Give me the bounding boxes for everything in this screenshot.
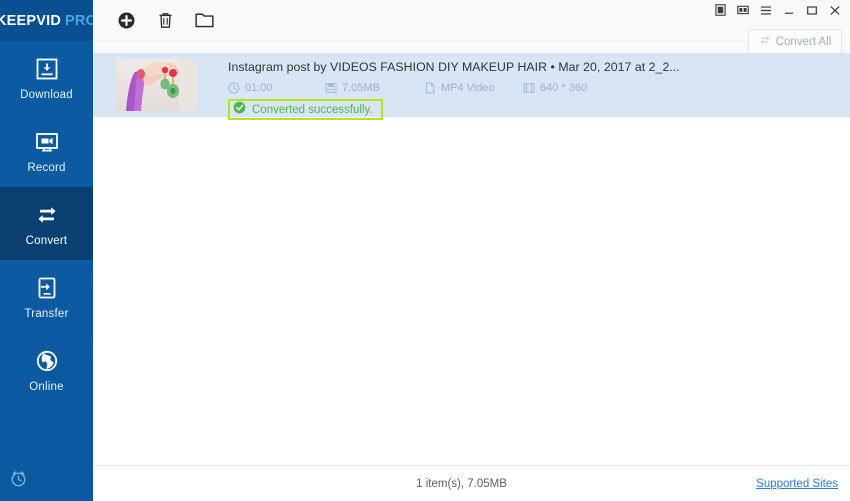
success-check-icon xyxy=(233,101,246,119)
resolution-icon xyxy=(523,82,535,94)
maximize-icon[interactable] xyxy=(805,3,819,17)
video-meta: 01:00 7.05MB MP4 Video 640 * 360 xyxy=(228,82,850,94)
meta-resolution: 640 * 360 xyxy=(523,82,633,94)
disk-icon xyxy=(325,82,337,94)
window-controls xyxy=(713,3,842,17)
meta-format: MP4 Video xyxy=(424,82,523,94)
video-title: Instagram post by VIDEOS FASHION DIY MAK… xyxy=(228,60,680,74)
feedback-icon[interactable] xyxy=(736,3,750,17)
sidebar-item-online-label: Online xyxy=(29,381,64,393)
meta-size: 7.05MB xyxy=(325,82,424,94)
convert-arrows-icon xyxy=(759,33,771,51)
convert-all-label: Convert All xyxy=(775,35,832,48)
app-logo: KEEPVID PRO xyxy=(0,0,97,41)
sidebar-item-transfer[interactable]: Transfer xyxy=(0,260,93,333)
convert-all-bar: Convert All xyxy=(93,29,850,54)
menu-icon[interactable] xyxy=(759,3,773,17)
alarm-clock-icon[interactable] xyxy=(9,469,28,493)
sidebar-item-record[interactable]: Record xyxy=(0,114,93,187)
toolbar-buttons xyxy=(93,10,215,32)
sidebar-footer xyxy=(0,461,93,501)
status-badge: Converted successfully. xyxy=(228,99,383,120)
sidebar-item-online[interactable]: Online xyxy=(0,333,93,406)
logo-main-text: KEEPVID xyxy=(0,12,62,29)
duration-value: 01:00 xyxy=(245,82,273,94)
delete-button[interactable] xyxy=(154,10,176,32)
app-window: KEEPVID PRO Download Record Convert Tran… xyxy=(0,0,850,501)
size-value: 7.05MB xyxy=(342,82,380,94)
video-thumbnail xyxy=(116,59,197,111)
transfer-device-icon xyxy=(34,273,60,303)
resolution-value: 640 * 360 xyxy=(540,82,588,94)
meta-duration: 01:00 xyxy=(228,82,325,94)
sidebar: KEEPVID PRO Download Record Convert Tran… xyxy=(0,0,97,501)
sidebar-item-record-label: Record xyxy=(27,162,66,174)
sidebar-item-download[interactable]: Download xyxy=(0,41,93,114)
toolbar xyxy=(93,0,850,42)
sidebar-nav: Download Record Convert Transfer Online xyxy=(0,41,93,461)
main-panel: Convert All Instagram post by VIDEOS FAS… xyxy=(93,0,850,501)
convert-all-button[interactable]: Convert All xyxy=(748,29,842,54)
conversion-list: Instagram post by VIDEOS FASHION DIY MAK… xyxy=(93,53,850,465)
file-icon xyxy=(424,82,436,94)
convert-arrows-icon xyxy=(34,200,60,230)
sidebar-item-download-label: Download xyxy=(20,89,73,101)
format-value: MP4 Video xyxy=(441,82,495,94)
sidebar-item-convert[interactable]: Convert xyxy=(0,187,93,260)
sidebar-item-transfer-label: Transfer xyxy=(24,308,69,320)
globe-icon xyxy=(34,346,60,376)
clock-icon xyxy=(228,82,240,94)
sidebar-item-convert-label: Convert xyxy=(25,235,68,247)
notes-icon[interactable] xyxy=(713,3,727,17)
monitor-record-icon xyxy=(34,127,60,157)
minimize-icon[interactable] xyxy=(782,3,796,17)
status-text: Converted successfully. xyxy=(252,103,373,116)
close-icon[interactable] xyxy=(828,3,842,17)
download-box-icon xyxy=(34,54,60,84)
open-folder-button[interactable] xyxy=(193,10,215,32)
status-bar: 1 item(s), 7.05MB Supported Sites xyxy=(93,465,850,501)
table-row[interactable]: Instagram post by VIDEOS FASHION DIY MAK… xyxy=(93,53,850,120)
row-info: Instagram post by VIDEOS FASHION DIY MAK… xyxy=(228,53,850,120)
add-file-button[interactable] xyxy=(115,10,137,32)
item-count-text: 1 item(s), 7.05MB xyxy=(416,477,507,490)
supported-sites-link[interactable]: Supported Sites xyxy=(756,478,838,490)
